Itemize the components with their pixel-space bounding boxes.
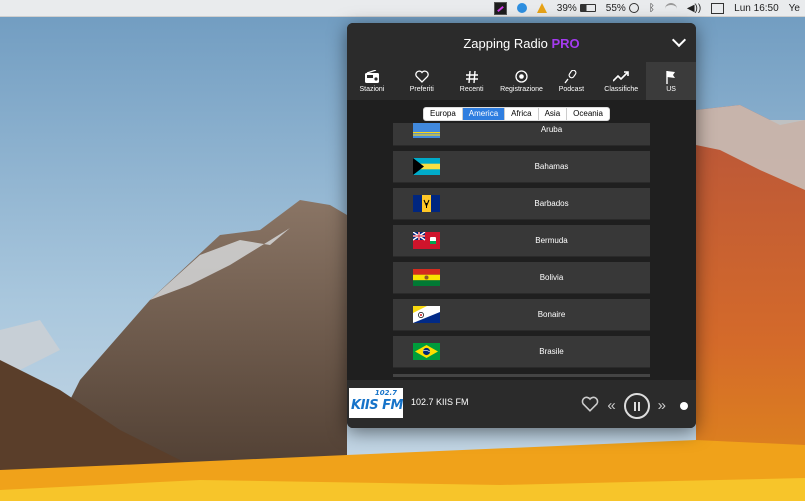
tab-label: Preferiti bbox=[409, 86, 434, 93]
country-name: Bermuda bbox=[535, 236, 568, 245]
region-africa[interactable]: Africa bbox=[505, 108, 539, 120]
bahamas-flag-icon bbox=[413, 158, 440, 175]
pause-button[interactable] bbox=[623, 393, 650, 419]
country-name: Brasile bbox=[539, 347, 564, 356]
country-row-bolivia[interactable]: Bolivia bbox=[393, 262, 650, 294]
tab-podcast[interactable]: Podcast bbox=[546, 62, 596, 100]
clock[interactable]: Lun 16:50 bbox=[734, 3, 779, 14]
trend-icon bbox=[613, 69, 630, 84]
tab-preferiti[interactable]: Preferiti bbox=[397, 62, 447, 100]
next-icon[interactable]: » bbox=[658, 397, 666, 415]
station-logo-brand: KIIS FM bbox=[351, 398, 403, 413]
country-row-bonaire[interactable]: Bonaire bbox=[393, 299, 650, 331]
panel-title-bar: Zapping Radio PRO bbox=[347, 23, 696, 62]
microphone-icon bbox=[564, 69, 578, 84]
country-row-aruba[interactable]: Aruba bbox=[393, 123, 650, 146]
flag-icon bbox=[665, 69, 677, 84]
tab-label: Stazioni bbox=[359, 86, 385, 93]
record-icon bbox=[515, 69, 528, 84]
region-oceania[interactable]: Oceania bbox=[567, 108, 609, 120]
country-name: Bonaire bbox=[537, 310, 566, 319]
tab-label: Podcast bbox=[558, 86, 585, 93]
heart-icon bbox=[415, 69, 429, 84]
pause-bar bbox=[637, 401, 640, 411]
region-america[interactable]: America bbox=[462, 108, 506, 120]
tab-recenti[interactable]: Recenti bbox=[447, 62, 497, 100]
warning-icon[interactable] bbox=[536, 3, 547, 13]
battery-status-a[interactable]: 39% bbox=[557, 3, 596, 14]
region-asia[interactable]: Asia bbox=[539, 108, 568, 120]
zapping-radio-panel: Zapping Radio PRO Stazioni Preferiti Rec… bbox=[347, 23, 696, 428]
keyboard-icon[interactable] bbox=[711, 2, 725, 14]
menu-bar: 39% 55% ᛒ ◀)) Lun 16:50 Ye bbox=[0, 0, 805, 17]
globe-icon[interactable] bbox=[516, 3, 527, 13]
app-title: Zapping Radio bbox=[463, 36, 548, 51]
battery-b-percent: 55% bbox=[605, 2, 626, 14]
wifi-icon[interactable] bbox=[664, 3, 677, 13]
station-name: 102.7 KIIS FM bbox=[411, 397, 469, 407]
country-row-bahamas[interactable]: Bahamas bbox=[393, 151, 650, 183]
volume-icon[interactable]: ◀)) bbox=[687, 3, 701, 14]
radio-icon bbox=[364, 69, 380, 84]
country-name: Bolivia bbox=[539, 273, 564, 282]
battery-icon bbox=[579, 4, 596, 12]
zapping-radio-menu-icon[interactable] bbox=[493, 1, 507, 15]
tab-us[interactable]: US bbox=[646, 62, 696, 100]
battery-status-b[interactable]: 55% bbox=[606, 3, 639, 14]
country-name: Bahamas bbox=[534, 162, 569, 171]
bolivia-flag-icon bbox=[413, 269, 440, 286]
status-circle-icon bbox=[628, 3, 639, 13]
aruba-flag-icon bbox=[413, 123, 440, 138]
station-logo[interactable]: 102.7 KIIS FM bbox=[349, 388, 403, 418]
tab-classifiche[interactable]: Classifiche bbox=[596, 62, 646, 100]
country-list[interactable]: Aruba Bahamas Barbados Bermuda Bolivia B… bbox=[393, 123, 650, 377]
country-row-brasile[interactable]: Brasile bbox=[393, 336, 650, 368]
country-name: Aruba bbox=[540, 125, 563, 134]
app-title-pro: PRO bbox=[551, 36, 580, 51]
chevron-down-icon[interactable] bbox=[671, 32, 687, 48]
tab-bar: Stazioni Preferiti Recenti Registrazione… bbox=[347, 62, 696, 100]
tab-stazioni[interactable]: Stazioni bbox=[347, 62, 397, 100]
country-row-barbados[interactable]: Barbados bbox=[393, 188, 650, 220]
tab-label: Recenti bbox=[459, 86, 484, 93]
barbados-flag-icon bbox=[413, 195, 440, 212]
tab-label: US bbox=[666, 86, 676, 93]
user-name[interactable]: Ye bbox=[789, 3, 800, 14]
bluetooth-icon[interactable]: ᛒ bbox=[649, 3, 655, 14]
heart-icon[interactable] bbox=[581, 396, 599, 417]
previous-icon[interactable]: « bbox=[607, 397, 615, 415]
player-controls: « » bbox=[581, 393, 688, 419]
tab-label: Classifiche bbox=[604, 86, 639, 93]
tab-label: Registrazione bbox=[500, 86, 543, 93]
station-logo-freq: 102.7 bbox=[374, 389, 397, 397]
tab-registrazione[interactable]: Registrazione bbox=[497, 62, 547, 100]
player-bar: 102.7 KIIS FM 102.7 KIIS FM « » bbox=[347, 380, 696, 428]
region-europa[interactable]: Europa bbox=[424, 108, 463, 120]
bonaire-flag-icon bbox=[413, 306, 440, 323]
bermuda-flag-icon bbox=[413, 232, 440, 249]
hash-icon bbox=[465, 69, 478, 84]
record-dot-icon[interactable] bbox=[680, 402, 688, 410]
country-name: Barbados bbox=[534, 199, 569, 208]
region-selector: Europa America Africa Asia Oceania bbox=[423, 107, 610, 121]
list-divider bbox=[393, 374, 650, 377]
brazil-flag-icon bbox=[413, 343, 440, 360]
country-row-bermuda[interactable]: Bermuda bbox=[393, 225, 650, 257]
battery-a-percent: 39% bbox=[556, 2, 577, 14]
pause-bar bbox=[633, 401, 636, 411]
